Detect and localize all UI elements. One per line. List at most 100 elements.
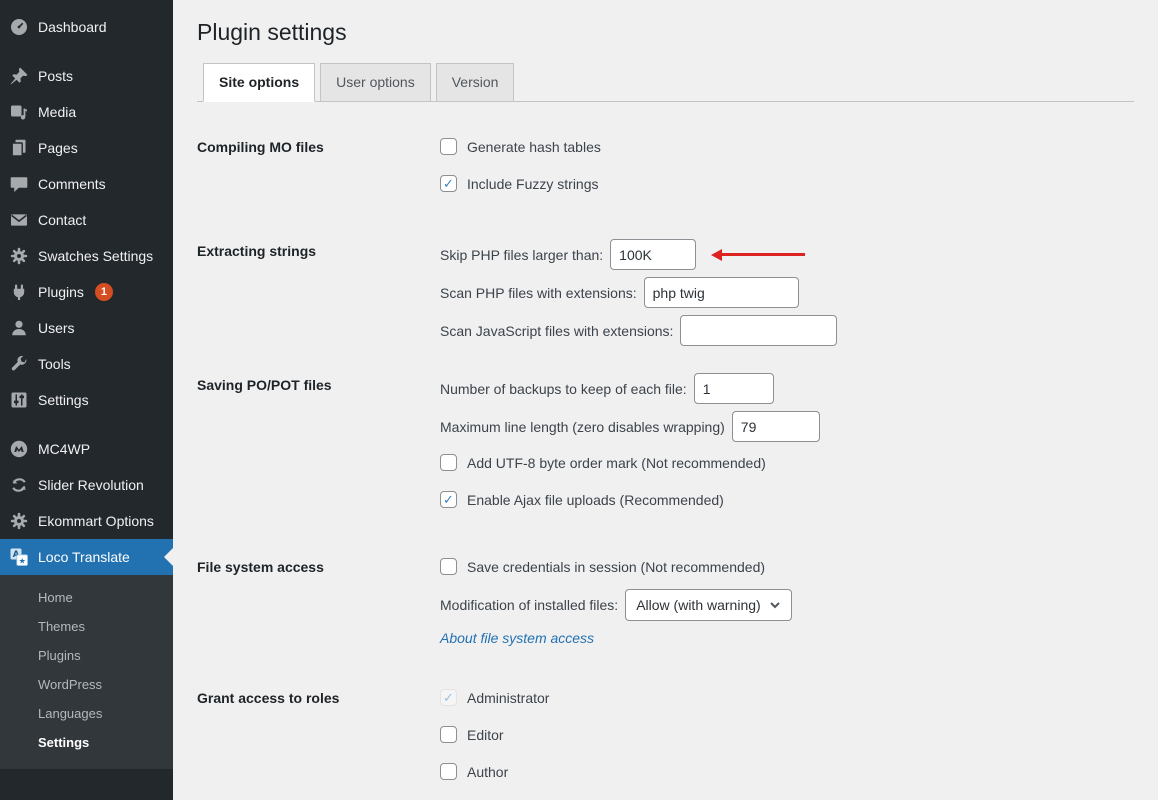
admin-sidebar: Dashboard Posts Media Pages Comments Con…: [0, 0, 173, 800]
sidebar-item-comments[interactable]: Comments: [0, 166, 173, 202]
sidebar-item-label: Swatches Settings: [38, 248, 153, 264]
checkbox-role-editor[interactable]: Editor: [440, 723, 504, 746]
submenu-item-plugins[interactable]: Plugins: [0, 641, 173, 670]
user-icon: [9, 318, 29, 338]
site-options-form: Compiling MO files Generate hash tables …: [197, 102, 1134, 783]
sidebar-item-label: Comments: [38, 176, 106, 192]
max-line-length-input[interactable]: [732, 411, 820, 442]
submenu-item-home[interactable]: Home: [0, 583, 173, 612]
sidebar-item-contact[interactable]: Contact: [0, 202, 173, 238]
submenu-item-wordpress[interactable]: WordPress: [0, 670, 173, 699]
sliders-icon: [9, 390, 29, 410]
sidebar-item-dashboard[interactable]: Dashboard: [0, 9, 173, 45]
comment-icon: [9, 174, 29, 194]
submenu-item-settings[interactable]: Settings: [0, 728, 173, 757]
pages-icon: [9, 138, 29, 158]
section-label: Saving PO/POT files: [197, 373, 440, 393]
refresh-icon: [9, 475, 29, 495]
field-label: Skip PHP files larger than:: [440, 247, 603, 263]
sidebar-item-label: Posts: [38, 68, 73, 84]
checkbox-box[interactable]: ✓: [440, 491, 457, 508]
checkbox-label: Add UTF-8 byte order mark (Not recommend…: [467, 455, 766, 471]
checkbox-box[interactable]: ✓: [440, 175, 457, 192]
sidebar-item-swatches-settings[interactable]: Swatches Settings: [0, 238, 173, 274]
sidebar-item-plugins[interactable]: Plugins 1: [0, 274, 173, 310]
sidebar-item-label: Loco Translate: [38, 549, 130, 565]
sidebar-item-mc4wp[interactable]: MC4WP: [0, 431, 173, 467]
current-menu-arrow: [164, 548, 173, 566]
scan-php-extensions-input[interactable]: [644, 277, 799, 308]
checkbox-role-administrator: ✓ Administrator: [440, 686, 549, 709]
field-skip-php-files: Skip PHP files larger than:: [440, 239, 805, 270]
checkbox-box[interactable]: [440, 454, 457, 471]
mc4wp-icon: [9, 439, 29, 459]
checkbox-role-author[interactable]: Author: [440, 760, 508, 783]
sidebar-item-slider-revolution[interactable]: Slider Revolution: [0, 467, 173, 503]
field-label: Number of backups to keep of each file:: [440, 381, 687, 397]
skip-php-size-input[interactable]: [610, 239, 696, 270]
sidebar-item-settings[interactable]: Settings: [0, 382, 173, 418]
sidebar-item-label: Slider Revolution: [38, 477, 144, 493]
checkbox-label: Administrator: [467, 690, 549, 706]
checkbox-label: Author: [467, 764, 508, 780]
tab-site-options[interactable]: Site options: [203, 63, 315, 102]
svg-text:★: ★: [19, 556, 26, 565]
checkbox-include-fuzzy-strings[interactable]: ✓ Include Fuzzy strings: [440, 172, 599, 195]
sidebar-item-posts[interactable]: Posts: [0, 58, 173, 94]
checkbox-save-credentials[interactable]: Save credentials in session (Not recomme…: [440, 555, 765, 578]
field-maximum-line-length: Maximum line length (zero disables wrapp…: [440, 411, 820, 442]
select-value: Allow (with warning): [636, 597, 760, 613]
section-file-system-access: File system access Save credentials in s…: [197, 555, 1134, 646]
sidebar-item-media[interactable]: Media: [0, 94, 173, 130]
sidebar-item-label: Plugins: [38, 284, 84, 300]
gear-icon: [9, 511, 29, 531]
tab-version[interactable]: Version: [436, 63, 515, 101]
section-grant-access-to-roles: Grant access to roles ✓ Administrator Ed…: [197, 686, 1134, 783]
gear-icon: [9, 246, 29, 266]
checkbox-box: ✓: [440, 689, 457, 706]
sidebar-item-tools[interactable]: Tools: [0, 346, 173, 382]
scan-js-extensions-input[interactable]: [680, 315, 837, 346]
checkbox-box[interactable]: [440, 138, 457, 155]
checkbox-add-utf8-bom[interactable]: Add UTF-8 byte order mark (Not recommend…: [440, 451, 766, 474]
checkbox-enable-ajax-uploads[interactable]: ✓ Enable Ajax file uploads (Recommended): [440, 488, 724, 511]
checkbox-label: Include Fuzzy strings: [467, 176, 599, 192]
envelope-icon: [9, 210, 29, 230]
page-title: Plugin settings: [197, 16, 1134, 52]
checkbox-generate-hash-tables[interactable]: Generate hash tables: [440, 135, 601, 158]
wrench-icon: [9, 354, 29, 374]
about-file-system-access-link[interactable]: About file system access: [440, 630, 594, 646]
checkbox-box[interactable]: [440, 726, 457, 743]
sidebar-item-ekommart-options[interactable]: Ekommart Options: [0, 503, 173, 539]
backups-count-input[interactable]: [694, 373, 774, 404]
sidebar-item-label: Media: [38, 104, 76, 120]
field-number-of-backups: Number of backups to keep of each file:: [440, 373, 774, 404]
dashboard-icon: [9, 17, 29, 37]
checkbox-label: Generate hash tables: [467, 139, 601, 155]
field-label: Modification of installed files:: [440, 597, 618, 613]
section-label: Extracting strings: [197, 239, 440, 259]
field-scan-js-extensions: Scan JavaScript files with extensions:: [440, 315, 837, 346]
checkbox-label: Editor: [467, 727, 504, 743]
section-compiling-mo-files: Compiling MO files Generate hash tables …: [197, 135, 1134, 195]
checkbox-box[interactable]: [440, 558, 457, 575]
field-label: Scan PHP files with extensions:: [440, 285, 637, 301]
menu-separator: [0, 45, 173, 58]
modification-select[interactable]: Allow (with warning): [625, 589, 791, 621]
sidebar-item-users[interactable]: Users: [0, 310, 173, 346]
checkbox-label: Enable Ajax file uploads (Recommended): [467, 492, 724, 508]
sidebar-item-loco-translate[interactable]: A★ Loco Translate: [0, 539, 173, 575]
tab-user-options[interactable]: User options: [320, 63, 431, 101]
sidebar-item-label: Users: [38, 320, 75, 336]
field-modification-of-installed-files: Modification of installed files: Allow (…: [440, 589, 792, 621]
sidebar-item-label: Pages: [38, 140, 78, 156]
sidebar-item-label: Contact: [38, 212, 86, 228]
section-saving-po-pot-files: Saving PO/POT files Number of backups to…: [197, 373, 1134, 511]
media-icon: [9, 102, 29, 122]
submenu-item-themes[interactable]: Themes: [0, 612, 173, 641]
checkbox-box[interactable]: [440, 763, 457, 780]
sidebar-item-pages[interactable]: Pages: [0, 130, 173, 166]
chevron-down-icon: [769, 599, 781, 611]
submenu-item-languages[interactable]: Languages: [0, 699, 173, 728]
section-label: Grant access to roles: [197, 686, 440, 706]
